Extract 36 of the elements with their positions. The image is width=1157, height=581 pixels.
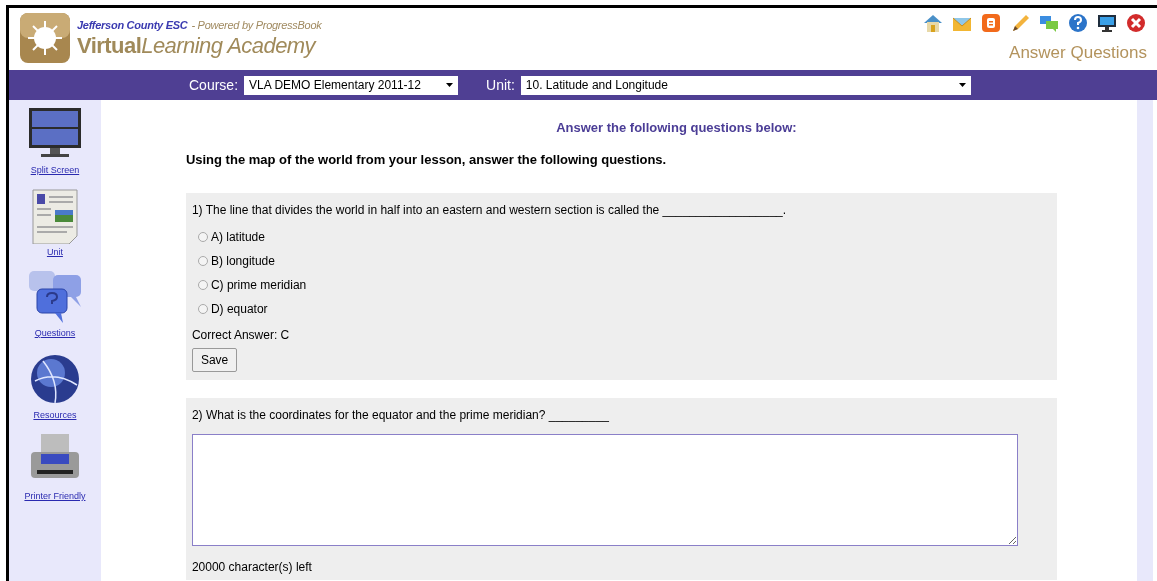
character-counter: 20000 character(s) left — [191, 559, 313, 576]
org-name: Jefferson County ESC — [77, 17, 188, 33]
unit-label: Unit: — [486, 75, 515, 95]
option-label: B) longitude — [210, 253, 275, 270]
logo-icon — [19, 12, 71, 64]
brand-name: VirtualLearning Academy — [77, 33, 318, 60]
monitor-icon[interactable] — [1096, 12, 1118, 34]
powered-by-text: - Powered by ProgressBook — [191, 17, 322, 33]
option-label: D) equator — [210, 301, 268, 318]
radio-button[interactable] — [197, 232, 208, 242]
caret-icon — [958, 83, 966, 87]
sidebar-link[interactable]: Resources — [33, 408, 77, 422]
blog-icon[interactable] — [980, 12, 1002, 34]
question-text: 2) What is the coordinates for the equator and the prime meridian? _________ — [191, 407, 610, 424]
unit-select[interactable]: 10. Latitude and Longitude — [520, 75, 971, 95]
page-title: Answer Questions — [1009, 42, 1147, 64]
course-select[interactable]: VLA DEMO Elementary 2011-12 — [244, 75, 459, 95]
help-icon[interactable] — [1067, 12, 1089, 34]
sidebar-link[interactable]: Unit — [46, 245, 63, 259]
close-icon[interactable] — [1125, 12, 1147, 34]
sidebar-link[interactable]: Printer Friendly — [24, 490, 86, 504]
sidebar-link[interactable]: Split Screen — [30, 164, 80, 178]
home-icon[interactable] — [922, 12, 944, 34]
radio-button[interactable] — [197, 304, 208, 314]
course-label: Course: — [189, 75, 239, 95]
option-label: C) prime meridian — [210, 277, 307, 294]
heading: Answer the following questions below: — [555, 119, 798, 137]
instructions: Using the map of the world from your lesson, answer the following questions. — [185, 150, 668, 169]
question-text: 1) The line that divides the world in half into an eastern and western section is called the __________________. — [191, 202, 788, 219]
save-button[interactable]: Save — [191, 348, 238, 372]
radio-button[interactable] — [197, 256, 208, 266]
option-label: A) latitude — [210, 229, 265, 246]
sidebar-link[interactable]: Questions — [34, 327, 76, 341]
radio-button[interactable] — [197, 280, 208, 290]
caret-icon — [446, 83, 454, 87]
correct-answer: Correct Answer: C — [191, 327, 291, 344]
